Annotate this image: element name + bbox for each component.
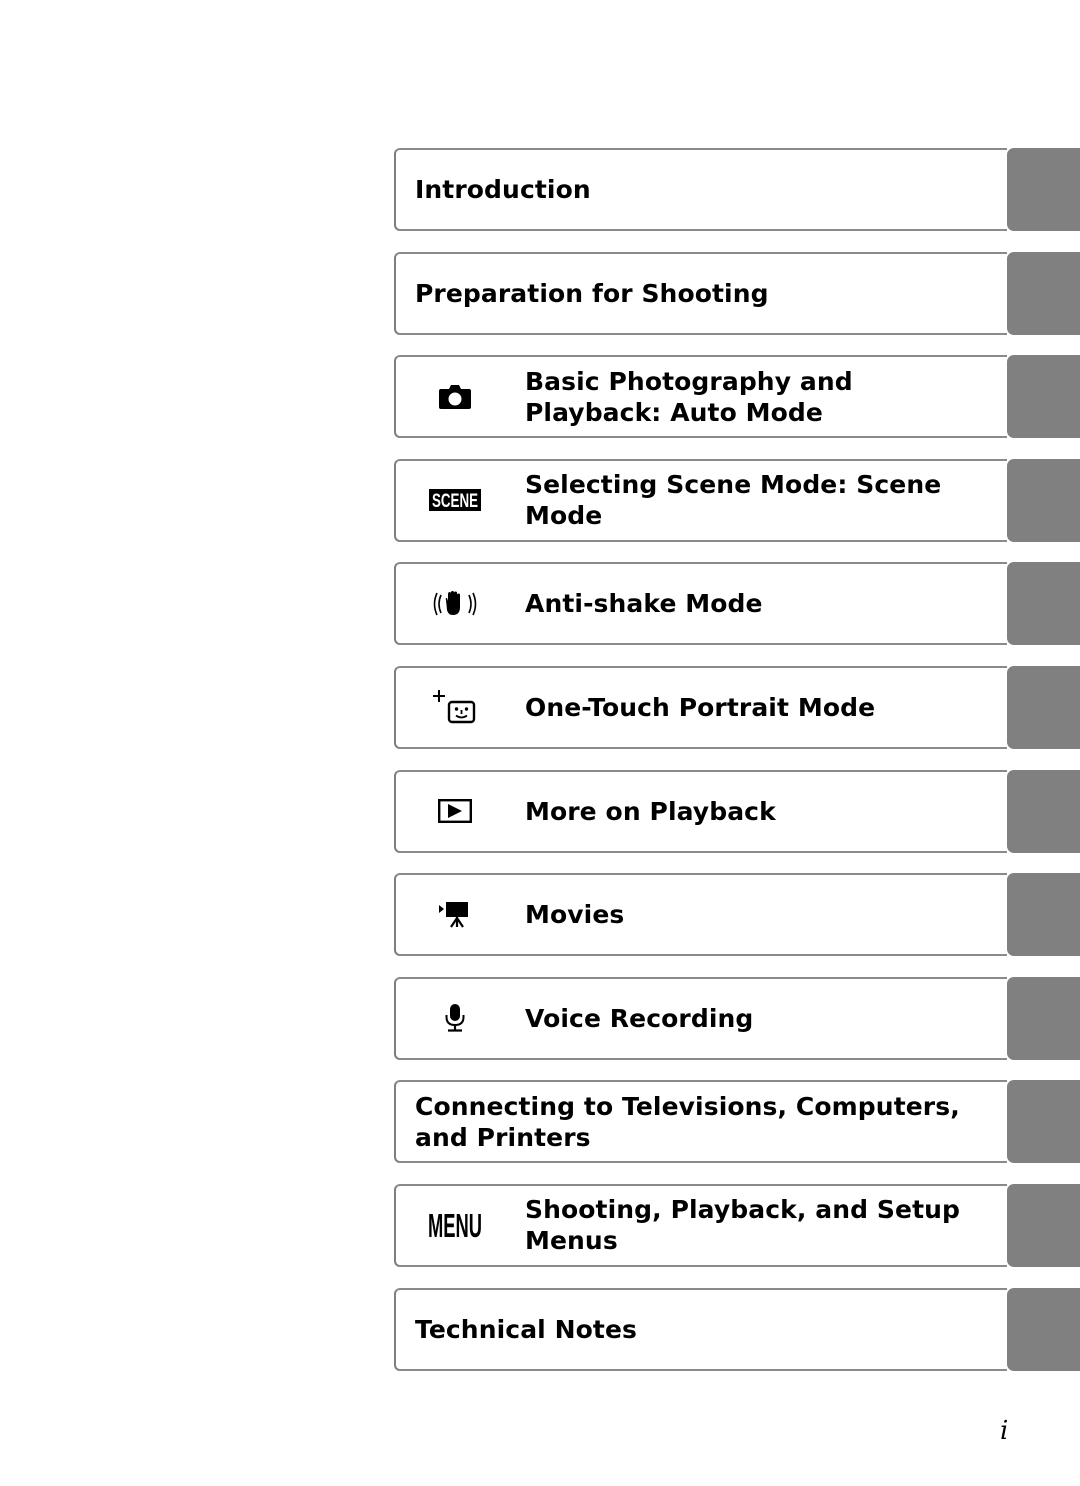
section-tab[interactable] (1007, 562, 1080, 646)
divider (398, 954, 1007, 957)
toc-item-label: Shooting, Playback, and Setup Menus (525, 1195, 961, 1256)
toc-item-box: More on Playback (394, 769, 1007, 853)
toc-item-label: Basic Photography and Playback: Auto Mod… (525, 366, 853, 427)
toc-item-box: SCENE Selecting Scene Mode: Scene Mode (394, 458, 1007, 542)
microphone-icon (426, 979, 484, 1058)
toc-item-label: Technical Notes (415, 1314, 638, 1344)
toc-item-introduction[interactable]: Introduction (394, 148, 1080, 231)
section-tab[interactable] (1007, 976, 1080, 1060)
toc-item-box: One-Touch Portrait Mode (394, 665, 1007, 749)
toc-item-box: Technical Notes (394, 1287, 1007, 1371)
toc-item-anti-shake-mode[interactable]: Anti-shake Mode (394, 562, 1080, 646)
divider (398, 746, 1007, 749)
toc-item-box: Preparation for Shooting (394, 251, 1007, 335)
toc-item-label: One-Touch Portrait Mode (525, 692, 876, 722)
toc-item-label: Movies (525, 900, 625, 930)
toc-item-voice-recording[interactable]: Voice Recording (394, 976, 1080, 1060)
section-tab[interactable] (1007, 251, 1080, 335)
divider (398, 1161, 1007, 1164)
divider (398, 1057, 1007, 1060)
toc-item-label: Preparation for Shooting (415, 278, 769, 308)
toc-item-box: Voice Recording (394, 976, 1007, 1060)
scene-icon: SCENE (426, 461, 484, 540)
section-tab[interactable] (1007, 1183, 1080, 1267)
anti-shake-hand-icon (426, 564, 484, 643)
svg-text:SCENE: SCENE (432, 491, 478, 511)
section-tab[interactable] (1007, 148, 1080, 231)
toc-item-connecting[interactable]: Connecting to Televisions, Computers, an… (394, 1080, 1080, 1164)
toc-item-label: More on Playback (525, 796, 776, 826)
section-tab[interactable] (1007, 1287, 1080, 1371)
menu-icon: MENU (426, 1186, 484, 1265)
toc-item-preparation-for-shooting[interactable]: Preparation for Shooting (394, 251, 1080, 335)
section-tab[interactable] (1007, 355, 1080, 439)
section-tab[interactable] (1007, 665, 1080, 749)
toc-item-box: Connecting to Televisions, Computers, an… (394, 1080, 1007, 1164)
toc-item-more-on-playback[interactable]: More on Playback (394, 769, 1080, 853)
toc-item-one-touch-portrait-mode[interactable]: One-Touch Portrait Mode (394, 665, 1080, 749)
divider (398, 332, 1007, 335)
divider (398, 229, 1007, 231)
camera-icon (426, 357, 484, 436)
toc-item-label: Connecting to Televisions, Computers, an… (415, 1091, 960, 1152)
page-number: i (1000, 1416, 1009, 1446)
divider (398, 643, 1007, 646)
divider (398, 1264, 1007, 1267)
section-tab[interactable] (1007, 458, 1080, 542)
playback-icon (426, 772, 484, 851)
section-tab[interactable] (1007, 873, 1080, 957)
toc-item-movies[interactable]: Movies (394, 873, 1080, 957)
divider (398, 850, 1007, 853)
portrait-face-icon (426, 668, 484, 747)
toc-item-box: Anti-shake Mode (394, 562, 1007, 646)
divider (398, 1368, 1007, 1371)
toc-item-box: MENU Shooting, Playback, and Setup Menus (394, 1183, 1007, 1267)
divider (398, 539, 1007, 542)
table-of-contents: Introduction Preparation for Shooting Ba… (394, 148, 1080, 1391)
movie-camera-icon (426, 875, 484, 954)
divider (398, 436, 1007, 439)
toc-item-box: Introduction (394, 148, 1007, 231)
toc-item-label: Anti-shake Mode (525, 589, 763, 619)
toc-item-basic-photography[interactable]: Basic Photography and Playback: Auto Mod… (394, 355, 1080, 439)
toc-item-box: Basic Photography and Playback: Auto Mod… (394, 355, 1007, 439)
toc-item-box: Movies (394, 873, 1007, 957)
section-tab[interactable] (1007, 769, 1080, 853)
svg-text:MENU: MENU (428, 1210, 482, 1240)
toc-item-label: Voice Recording (525, 1003, 754, 1033)
toc-item-label: Selecting Scene Mode: Scene Mode (525, 470, 942, 531)
toc-item-menus[interactable]: MENU Shooting, Playback, and Setup Menus (394, 1183, 1080, 1267)
section-tab[interactable] (1007, 1080, 1080, 1164)
toc-item-scene-mode[interactable]: SCENE Selecting Scene Mode: Scene Mode (394, 458, 1080, 542)
toc-item-technical-notes[interactable]: Technical Notes (394, 1287, 1080, 1371)
toc-item-label: Introduction (415, 175, 591, 204)
